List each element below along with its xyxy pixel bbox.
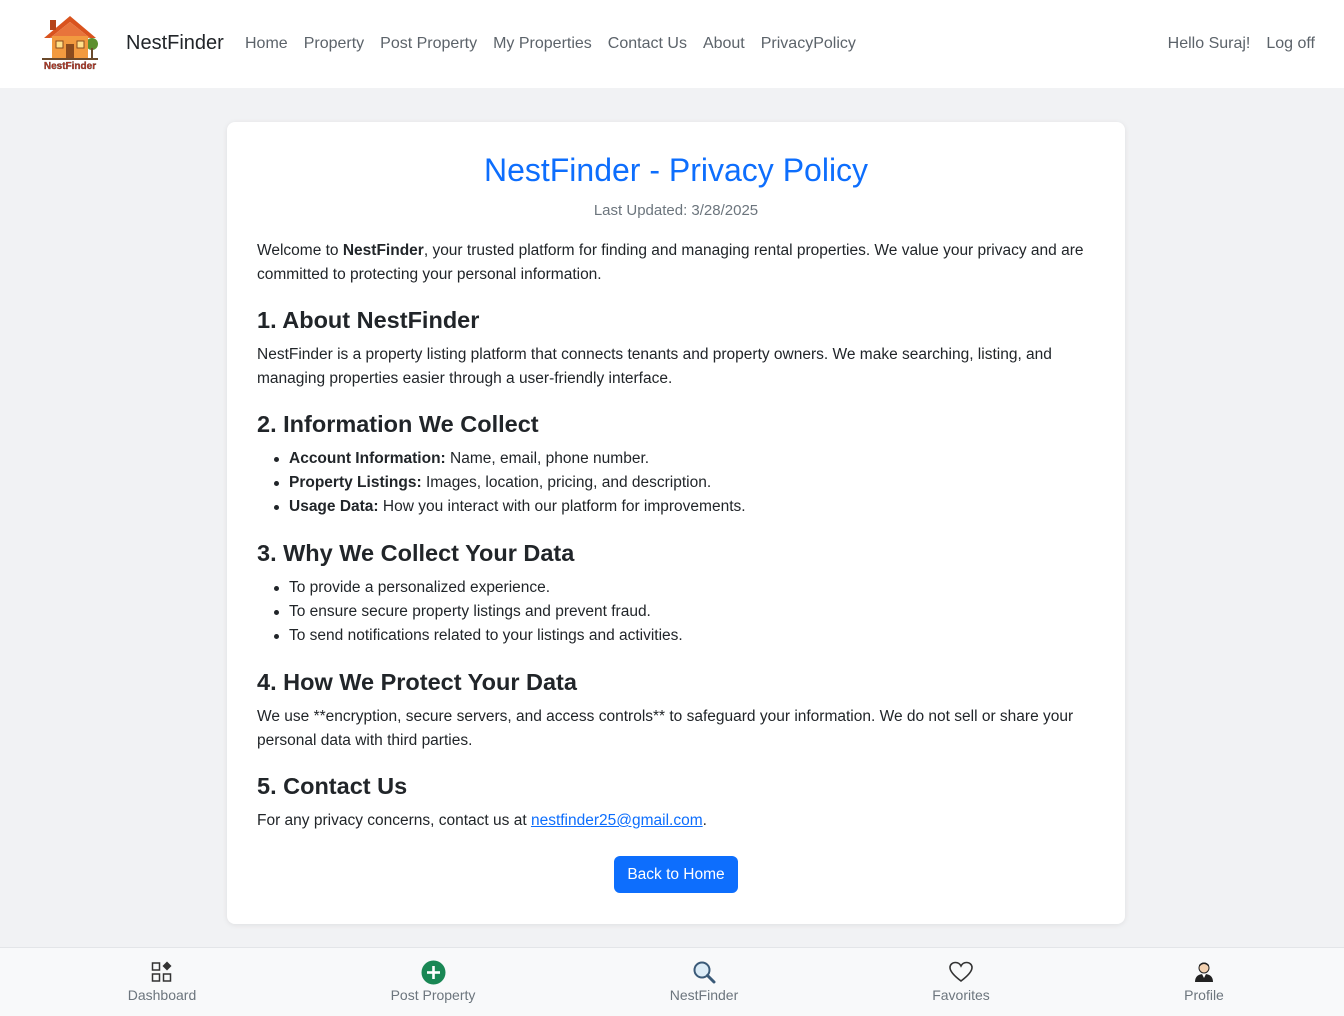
nav-link-contact-us[interactable]: Contact Us [608, 35, 687, 53]
nav-links: Home Property Post Property My Propertie… [245, 35, 872, 53]
nav-link-my-properties[interactable]: My Properties [493, 35, 592, 53]
section-heading-why: 3. Why We Collect Your Data [257, 540, 575, 566]
brand-name[interactable]: NestFinder [126, 32, 224, 55]
nav-user-area: Hello Suraj! Log off [1152, 35, 1315, 53]
user-greeting-link[interactable]: Hello Suraj! [1168, 35, 1251, 53]
nav-link-post-property[interactable]: Post Property [380, 35, 477, 53]
why-list: To provide a personalized experience. To… [257, 576, 1095, 648]
bottom-nav-favorites[interactable]: Favorites [891, 960, 1031, 1003]
section-heading-protect: 4. How We Protect Your Data [257, 669, 577, 695]
nav-link-privacy-policy[interactable]: PrivacyPolicy [761, 35, 856, 53]
page-title: NestFinder - Privacy Policy [483, 152, 869, 188]
section-text-protect: We use **encryption, secure servers, and… [257, 708, 1074, 749]
list-item: Usage Data: How you interact with our pl… [272, 495, 1095, 519]
list-item: Property Listings: Images, location, pri… [272, 471, 1095, 495]
search-icon [634, 960, 774, 984]
section-text-contact: For any privacy concerns, contact us at … [257, 812, 707, 829]
last-updated: Last Updated: 3/28/2025 [593, 202, 759, 219]
collect-list: Account Information: Name, email, phone … [257, 447, 1095, 519]
user-icon [1134, 960, 1274, 984]
logoff-link[interactable]: Log off [1266, 35, 1315, 53]
bottom-nav: Dashboard Post Property NestFinder Favor… [0, 947, 1344, 1016]
bottom-nav-label: Profile [1184, 987, 1224, 1003]
section-heading-contact: 5. Contact Us [257, 773, 408, 799]
logo-lettering: NestFinder [44, 61, 96, 72]
plus-circle-icon [363, 960, 503, 984]
section-text-about: NestFinder is a property listing platfor… [257, 346, 1052, 387]
bottom-nav-profile[interactable]: Profile [1134, 960, 1274, 1003]
section-heading-about: 1. About NestFinder [257, 307, 480, 333]
list-item: Account Information: Name, email, phone … [272, 447, 1095, 471]
list-item: To send notifications related to your li… [272, 624, 1095, 648]
policy-content: Welcome to NestFinder, your trusted plat… [257, 239, 1095, 851]
top-navbar: NestFinder NestFinder Home Property Post… [0, 0, 1344, 88]
list-item: To ensure secure property listings and p… [272, 600, 1095, 624]
bottom-nav-label: Favorites [932, 987, 990, 1003]
list-item: To provide a personalized experience. [272, 576, 1095, 600]
heart-icon [891, 960, 1031, 984]
intro-paragraph: Welcome to NestFinder, your trusted plat… [257, 242, 1084, 283]
nav-link-property[interactable]: Property [304, 35, 364, 53]
bottom-nav-nestfinder[interactable]: NestFinder [634, 960, 774, 1003]
bottom-nav-label: Post Property [390, 987, 476, 1003]
bottom-nav-post-property[interactable]: Post Property [363, 960, 503, 1003]
bottom-nav-dashboard[interactable]: Dashboard [92, 960, 232, 1003]
nav-link-home[interactable]: Home [245, 35, 288, 53]
contact-email-link[interactable]: nestfinder25@gmail.com [531, 812, 703, 829]
dashboard-icon [92, 960, 232, 984]
back-to-home-button[interactable]: Back to Home [614, 856, 738, 893]
nestfinder-logo[interactable]: NestFinder [36, 14, 104, 72]
intro-brand: NestFinder [342, 242, 424, 259]
nav-link-about[interactable]: About [703, 35, 745, 53]
section-heading-collect: 2. Information We Collect [257, 411, 539, 437]
bottom-nav-label: NestFinder [669, 987, 739, 1003]
privacy-policy-card: NestFinder - Privacy Policy Last Updated… [227, 122, 1125, 924]
bottom-nav-label: Dashboard [127, 987, 197, 1003]
